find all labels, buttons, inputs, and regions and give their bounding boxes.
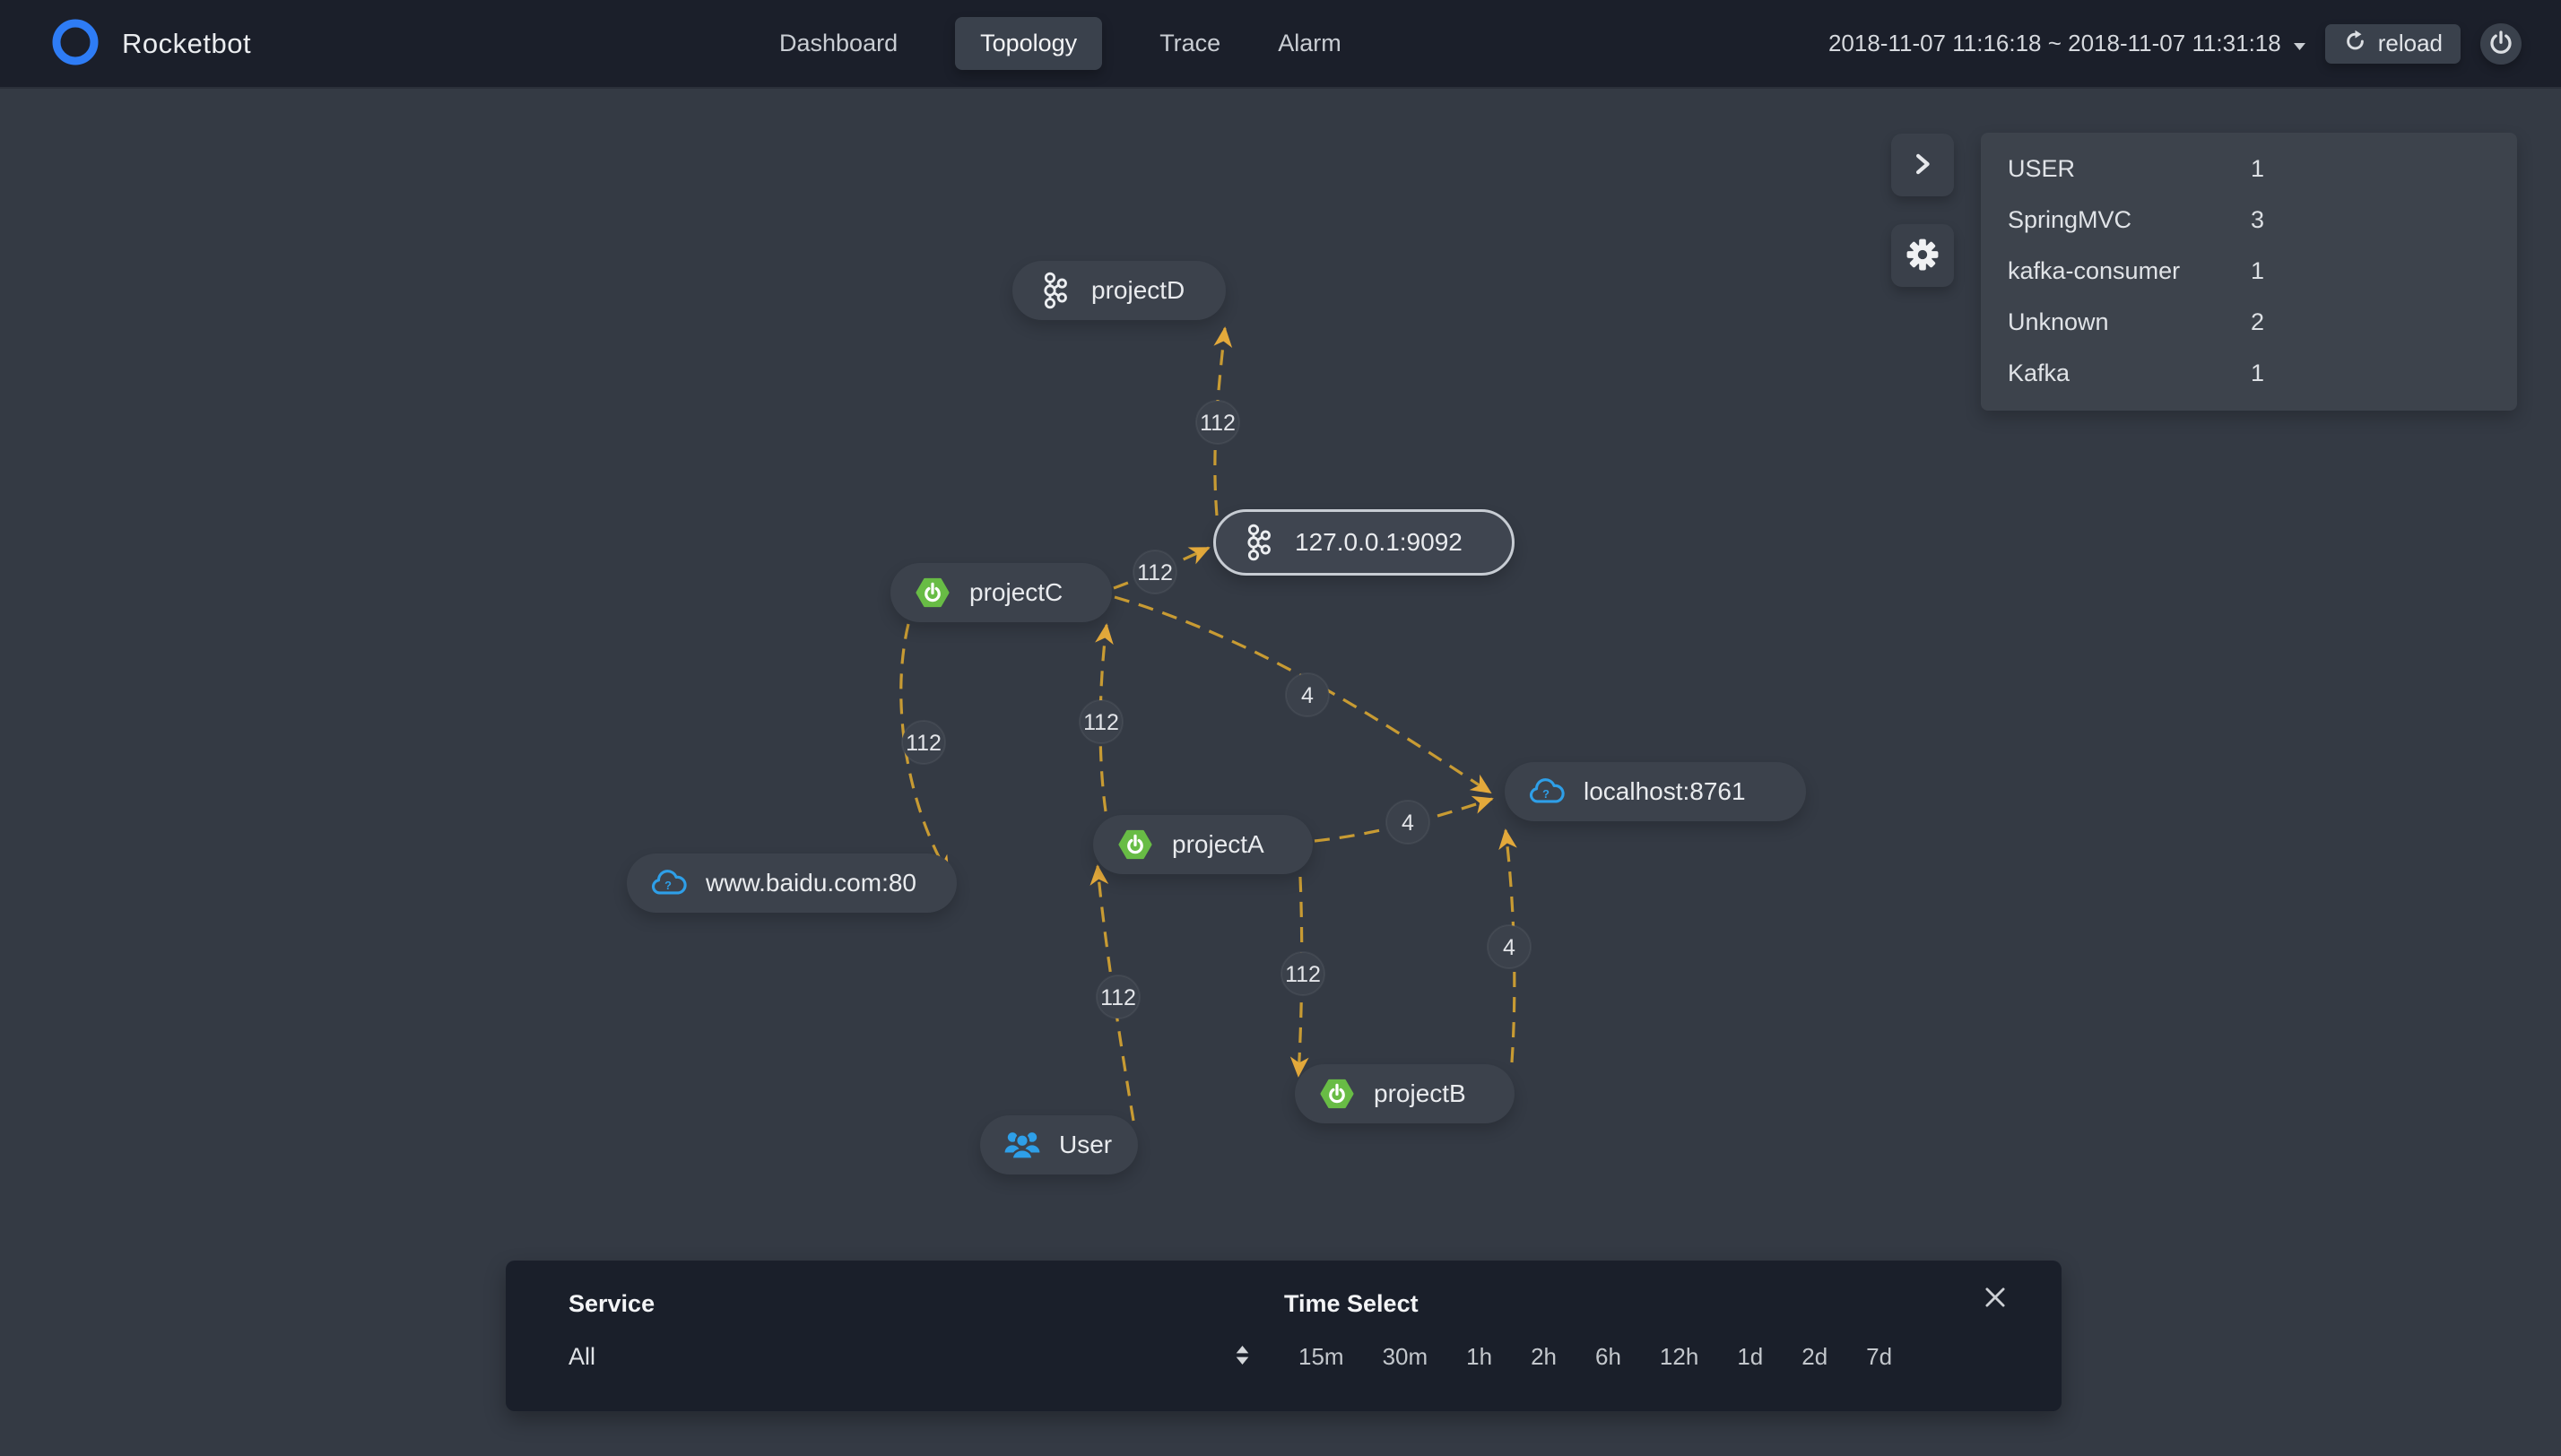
time-select-label: Time Select bbox=[1284, 1290, 1419, 1317]
time-option-15m[interactable]: 15m bbox=[1298, 1343, 1344, 1371]
legend-row-Unknown: Unknown 2 bbox=[1981, 297, 2517, 348]
node-label: localhost:8761 bbox=[1584, 777, 1746, 805]
collapse-panel-button[interactable] bbox=[1891, 134, 1954, 196]
svg-text:112: 112 bbox=[906, 731, 942, 756]
brand: Rocketbot bbox=[50, 0, 251, 87]
time-options: 15m 30m 1h 2h 6h 12h 1d 2d 7d bbox=[1298, 1343, 1892, 1371]
legend-row-Kafka: Kafka 1 bbox=[1981, 348, 2517, 399]
edge-projectC-to-www.baidu.com:80: 112 bbox=[899, 623, 951, 877]
chevron-right-icon bbox=[1910, 152, 1935, 179]
node-label: projectD bbox=[1091, 276, 1185, 304]
legend-count: 1 bbox=[2251, 155, 2265, 182]
legend-count: 1 bbox=[2251, 360, 2265, 386]
power-icon bbox=[2487, 29, 2514, 58]
service-label: Service bbox=[569, 1290, 655, 1317]
legend-row-kafka-consumer: kafka-consumer 1 bbox=[1981, 246, 2517, 297]
rocketbot-topology-page: { "navbar": { "brand": "Rocketbot", "nav… bbox=[0, 0, 2561, 1456]
node-label: www.baidu.com:80 bbox=[706, 869, 917, 897]
app-title: Rocketbot bbox=[122, 27, 252, 59]
close-panel-icon[interactable] bbox=[1984, 1286, 2007, 1309]
main-nav: Dashboard Topology Trace Alarm bbox=[779, 0, 1341, 87]
node-eureka[interactable]: ? localhost:8761 bbox=[1505, 762, 1806, 821]
svg-text:112: 112 bbox=[1200, 411, 1236, 436]
nav-item-alarm[interactable]: Alarm bbox=[1278, 17, 1341, 70]
edge-projectC-to-localhost:8761: 4 bbox=[1114, 595, 1492, 794]
node-label: projectA bbox=[1172, 830, 1264, 858]
legend-type: Kafka bbox=[2008, 360, 2071, 386]
reload-icon bbox=[2343, 29, 2367, 59]
node-user[interactable]: User bbox=[980, 1115, 1138, 1174]
time-option-1h[interactable]: 1h bbox=[1466, 1343, 1492, 1371]
gear-icon bbox=[1906, 238, 1939, 273]
edge-User-to-projectA: 112 bbox=[1090, 864, 1141, 1122]
service-type-legend: USER 1 SpringMVC 3 kafka-consumer 1 Unknown 2 Ka… bbox=[1981, 133, 2517, 411]
legend-type: Unknown bbox=[2008, 308, 2109, 335]
filter-panel: Service All Time Select 15m 30m 1h 2h 6h 12h 1… bbox=[506, 1261, 2062, 1411]
node-label: projectB bbox=[1374, 1079, 1466, 1107]
edge-projectA-to-projectB: 112 bbox=[1280, 876, 1325, 1078]
time-range-picker[interactable]: 2018-11-07 11:16:18 ~ 2018-11-07 11:31:1… bbox=[1828, 30, 2305, 57]
nav-item-trace[interactable]: Trace bbox=[1159, 17, 1220, 70]
legend-type: SpringMVC bbox=[2008, 206, 2132, 233]
cloud-icon: ? bbox=[648, 869, 690, 897]
nav-item-dashboard[interactable]: Dashboard bbox=[779, 17, 898, 70]
node-baidu[interactable]: ? www.baidu.com:80 bbox=[627, 854, 957, 913]
svg-text:112: 112 bbox=[1083, 710, 1119, 735]
time-option-12h[interactable]: 12h bbox=[1660, 1343, 1698, 1371]
time-range-value: 2018-11-07 11:16:18 ~ 2018-11-07 11:31:1… bbox=[1827, 30, 2281, 56]
users-icon bbox=[1002, 1129, 1043, 1161]
legend-count: 3 bbox=[2251, 206, 2265, 233]
svg-text:?: ? bbox=[664, 879, 672, 892]
reload-label: reload bbox=[2377, 30, 2443, 56]
service-select[interactable]: All bbox=[569, 1343, 595, 1371]
time-option-30m[interactable]: 30m bbox=[1383, 1343, 1428, 1371]
node-projectD[interactable]: projectD bbox=[1012, 261, 1226, 320]
time-option-7d[interactable]: 7d bbox=[1866, 1343, 1892, 1371]
power-button[interactable] bbox=[2480, 22, 2522, 65]
spring-icon bbox=[912, 576, 953, 610]
edge-projectB-to-localhost:8761: 4 bbox=[1487, 828, 1532, 1063]
node-kafka-broker[interactable]: 127.0.0.1:9092 bbox=[1213, 509, 1515, 576]
svg-text:4: 4 bbox=[1503, 935, 1515, 960]
spring-icon bbox=[1115, 828, 1156, 862]
edge-projectC-to-127.0.0.1:9092: 112 bbox=[1113, 546, 1211, 594]
edge-projectA-to-localhost:8761: 4 bbox=[1314, 795, 1494, 845]
caret-down-icon bbox=[2293, 30, 2305, 57]
navbar-right: 2018-11-07 11:16:18 ~ 2018-11-07 11:31:1… bbox=[1828, 0, 2522, 87]
node-label: User bbox=[1059, 1131, 1113, 1158]
reload-button[interactable]: reload bbox=[2324, 23, 2461, 64]
time-option-2d[interactable]: 2d bbox=[1801, 1343, 1827, 1371]
rocketbot-logo-icon bbox=[50, 16, 100, 71]
kafka-icon bbox=[1034, 270, 1075, 311]
top-navbar: Rocketbot Dashboard Topology Trace Alarm 20… bbox=[0, 0, 2561, 89]
edge-projectA-to-projectC: 112 bbox=[1079, 623, 1124, 812]
legend-type: USER bbox=[2008, 155, 2076, 182]
node-projectA[interactable]: projectA bbox=[1093, 815, 1313, 874]
kafka-icon bbox=[1237, 522, 1279, 563]
legend-row-SpringMVC: SpringMVC 3 bbox=[1981, 195, 2517, 246]
node-projectC[interactable]: projectC bbox=[890, 563, 1112, 622]
svg-text:4: 4 bbox=[1301, 683, 1314, 708]
nav-item-topology[interactable]: Topology bbox=[955, 17, 1103, 70]
time-option-1d[interactable]: 1d bbox=[1737, 1343, 1763, 1371]
node-label: projectC bbox=[969, 578, 1063, 606]
node-projectB[interactable]: projectB bbox=[1295, 1064, 1515, 1123]
cloud-icon: ? bbox=[1526, 777, 1567, 806]
svg-text:4: 4 bbox=[1402, 810, 1414, 836]
node-label: 127.0.0.1:9092 bbox=[1295, 528, 1463, 556]
svg-text:112: 112 bbox=[1285, 962, 1321, 987]
edge-127.0.0.1:9092-to-projectD: 112 bbox=[1195, 326, 1240, 516]
select-caret-icon[interactable] bbox=[1236, 1346, 1249, 1369]
svg-text:112: 112 bbox=[1137, 560, 1173, 585]
legend-count: 1 bbox=[2251, 257, 2265, 284]
legend-row-USER: USER 1 bbox=[1981, 143, 2517, 195]
time-option-2h[interactable]: 2h bbox=[1531, 1343, 1557, 1371]
time-option-6h[interactable]: 6h bbox=[1595, 1343, 1621, 1371]
spring-icon bbox=[1316, 1077, 1358, 1111]
legend-type: kafka-consumer bbox=[2008, 257, 2181, 284]
legend-count: 2 bbox=[2251, 308, 2265, 335]
settings-button[interactable] bbox=[1891, 224, 1954, 287]
svg-text:112: 112 bbox=[1100, 985, 1136, 1010]
svg-text:?: ? bbox=[1542, 787, 1550, 801]
